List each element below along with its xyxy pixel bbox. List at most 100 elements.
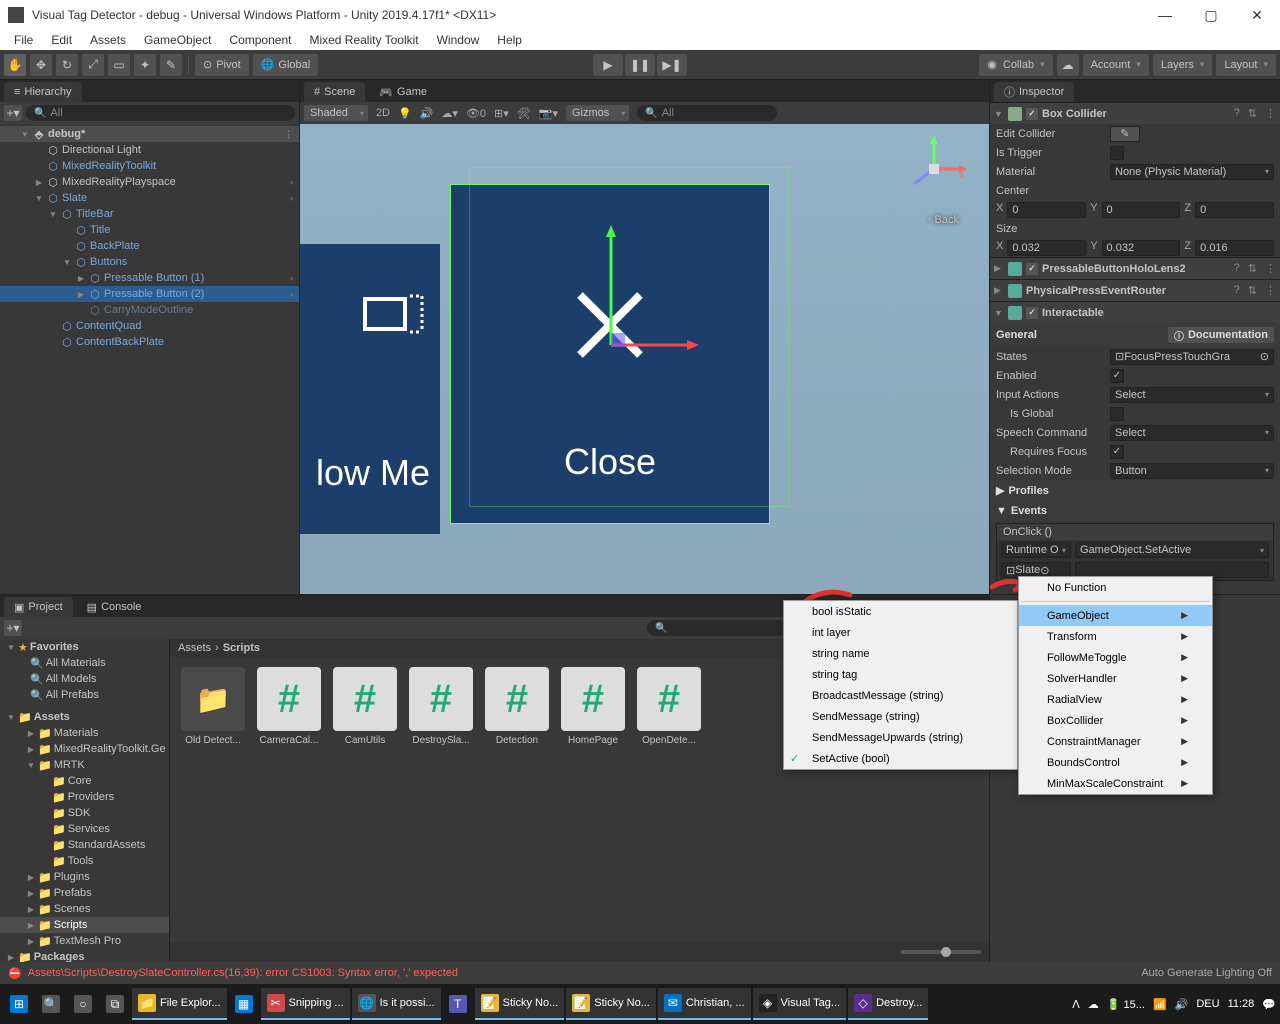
pressable-header[interactable]: ▶✓PressableButtonHoloLens2?⇅⋮ xyxy=(990,257,1280,279)
documentation-button[interactable]: ⓘ Documentation xyxy=(1168,327,1274,343)
cm-item[interactable]: bool isStatic xyxy=(784,601,1017,622)
enabled-checkbox[interactable]: ✓ xyxy=(1110,369,1124,383)
asset-item[interactable]: #CameraCal... xyxy=(256,667,322,746)
taskbar-sticky1[interactable]: 📝Sticky No... xyxy=(475,988,565,1020)
hierarchy-item[interactable]: ▶⬡Pressable Button (2)› xyxy=(0,286,299,302)
hierarchy-create-button[interactable]: +▾ xyxy=(4,105,22,121)
cm-item[interactable]: BroadcastMessage (string) xyxy=(784,685,1017,706)
cm-item[interactable]: int layer xyxy=(784,622,1017,643)
input-actions-dropdown[interactable]: Select xyxy=(1110,387,1274,403)
tray-volume-icon[interactable]: 🔊 xyxy=(1175,998,1189,1011)
error-message[interactable]: ⛔Assets\Scripts\DestroySlateController.c… xyxy=(8,967,458,980)
asset-item[interactable]: #OpenDete... xyxy=(636,667,702,746)
cm-no-function[interactable]: No Function xyxy=(1019,577,1212,598)
gizmos-dropdown[interactable]: Gizmos xyxy=(566,105,629,121)
project-tab[interactable]: ▣ Project xyxy=(4,597,73,617)
asset-item[interactable]: 📁Old Detect... xyxy=(180,667,246,746)
hierarchy-tab[interactable]: ≡ Hierarchy xyxy=(4,82,82,102)
requires-focus-checkbox[interactable]: ✓ xyxy=(1110,445,1124,459)
cloud-button[interactable]: ☁ xyxy=(1057,54,1079,76)
cm-item[interactable]: FollowMeToggle▶ xyxy=(1019,647,1212,668)
scale-tool-button[interactable]: ⤢ xyxy=(82,54,104,76)
menu-edit[interactable]: Edit xyxy=(43,31,80,49)
cm-gameobject[interactable]: GameObject▶ xyxy=(1019,605,1212,626)
cm-item[interactable]: MinMaxScaleConstraint▶ xyxy=(1019,773,1212,794)
maximize-button[interactable]: ▢ xyxy=(1188,0,1234,30)
taskbar-teams[interactable]: T xyxy=(443,988,473,1020)
hierarchy-search[interactable]: 🔍 All xyxy=(26,105,295,121)
profiles-section[interactable]: ▶ Profiles xyxy=(990,480,1280,501)
layers-dropdown[interactable]: Layers xyxy=(1153,54,1213,76)
folder-item[interactable]: ▶📁 Prefabs xyxy=(0,885,169,901)
cm-item-setactive[interactable]: ✓SetActive (bool) xyxy=(784,748,1017,769)
edit-collider-button[interactable]: ✎ xyxy=(1110,126,1140,142)
global-toggle[interactable]: 🌐Global xyxy=(253,54,319,76)
hierarchy-item[interactable]: ⬡ContentBackPlate xyxy=(0,334,299,350)
tray-notifications-icon[interactable]: 💬 xyxy=(1262,998,1276,1011)
menu-mrtk[interactable]: Mixed Reality Toolkit xyxy=(301,31,426,49)
fav-item[interactable]: 🔍 All Models xyxy=(0,671,169,687)
box-collider-enable-checkbox[interactable]: ✓ xyxy=(1026,108,1038,120)
preset-icon[interactable]: ⇅ xyxy=(1248,107,1257,120)
hierarchy-item[interactable]: ⬡BackPlate xyxy=(0,238,299,254)
taskbar-unity[interactable]: ◈Visual Tag... xyxy=(753,988,847,1020)
asset-item[interactable]: #DestroySla... xyxy=(408,667,474,746)
cm-item[interactable]: RadialView▶ xyxy=(1019,689,1212,710)
rotate-tool-button[interactable]: ↻ xyxy=(56,54,78,76)
tray-time[interactable]: 11:28 xyxy=(1228,998,1255,1010)
runtime-dropdown[interactable]: Runtime O xyxy=(1001,542,1071,558)
size-z-input[interactable]: 0.016 xyxy=(1195,240,1274,256)
size-y-input[interactable]: 0.032 xyxy=(1102,240,1181,256)
close-window-button[interactable]: ✕ xyxy=(1234,0,1280,30)
layout-dropdown[interactable]: Layout xyxy=(1216,54,1276,76)
selection-mode-dropdown[interactable]: Button xyxy=(1110,463,1274,479)
collab-dropdown[interactable]: ◉ Collab xyxy=(979,54,1052,76)
speech-dropdown[interactable]: Select xyxy=(1110,425,1274,441)
taskbar-vs[interactable]: ◇Destroy... xyxy=(848,988,928,1020)
custom-tool-button[interactable]: ✎ xyxy=(160,54,182,76)
cm-item[interactable]: SendMessage (string) xyxy=(784,706,1017,727)
cm-item[interactable]: Transform▶ xyxy=(1019,626,1212,647)
folder-item[interactable]: ▶📁 Scenes xyxy=(0,901,169,917)
packages-root[interactable]: ▶📁 Packages xyxy=(0,949,169,962)
camera-icon[interactable]: 📷▾ xyxy=(539,107,558,120)
cm-item[interactable]: SendMessageUpwards (string) xyxy=(784,727,1017,748)
tray-wifi-icon[interactable]: 📶 xyxy=(1153,998,1167,1011)
asset-item[interactable]: #CamUtils xyxy=(332,667,398,746)
taskbar-outlook[interactable]: ✉Christian, ... xyxy=(658,988,751,1020)
states-field[interactable]: ⊡ FocusPressTouchGra⊙ xyxy=(1110,349,1274,365)
fav-item[interactable]: 🔍 All Materials xyxy=(0,655,169,671)
menu-window[interactable]: Window xyxy=(429,31,488,49)
pivot-toggle[interactable]: ⊙Pivot xyxy=(195,54,249,76)
folder-item[interactable]: ▶📁 Scripts xyxy=(0,917,169,933)
folder-item[interactable]: 📁 Core xyxy=(0,773,169,789)
cm-item[interactable]: BoxCollider▶ xyxy=(1019,710,1212,731)
hierarchy-item[interactable]: ▼⬡Buttons xyxy=(0,254,299,270)
help-icon[interactable]: ? xyxy=(1234,107,1240,120)
account-dropdown[interactable]: Account xyxy=(1083,54,1149,76)
cm-item[interactable]: ConstraintManager▶ xyxy=(1019,731,1212,752)
tray-battery[interactable]: 🔋 15... xyxy=(1107,998,1145,1011)
inspector-tab[interactable]: ⓘ Inspector xyxy=(994,82,1074,102)
is-trigger-checkbox[interactable] xyxy=(1110,146,1124,160)
tray-lang[interactable]: DEU xyxy=(1196,998,1219,1010)
scene-row[interactable]: ▼ ⬘ debug* ⋮ xyxy=(0,126,299,142)
start-button[interactable]: ⊞ xyxy=(4,988,34,1020)
menu-icon[interactable]: ⋮ xyxy=(1265,107,1276,120)
folder-item[interactable]: 📁 SDK xyxy=(0,805,169,821)
scene-search[interactable]: 🔍 All xyxy=(637,105,777,121)
events-section[interactable]: ▼ Events xyxy=(990,501,1280,521)
tray-expand-icon[interactable]: ᐱ xyxy=(1072,998,1080,1011)
move-tool-button[interactable]: ✥ xyxy=(30,54,52,76)
hierarchy-item[interactable]: ⬡Directional Light xyxy=(0,142,299,158)
favorites-group[interactable]: ▼★ Favorites xyxy=(0,639,169,655)
step-button[interactable]: ▶❚ xyxy=(657,54,687,76)
folder-item[interactable]: ▶📁 Materials xyxy=(0,725,169,741)
menu-gameobject[interactable]: GameObject xyxy=(136,31,219,49)
tools-icon[interactable]: 🛠 xyxy=(517,107,531,120)
transform-tool-button[interactable]: ✦ xyxy=(134,54,156,76)
grid-icon[interactable]: ⊞▾ xyxy=(494,107,509,120)
minimize-button[interactable]: — xyxy=(1142,0,1188,30)
hidden-toggle-icon[interactable]: 👁0 xyxy=(466,107,486,120)
folder-item[interactable]: ▶📁 MixedRealityToolkit.Ge xyxy=(0,741,169,757)
